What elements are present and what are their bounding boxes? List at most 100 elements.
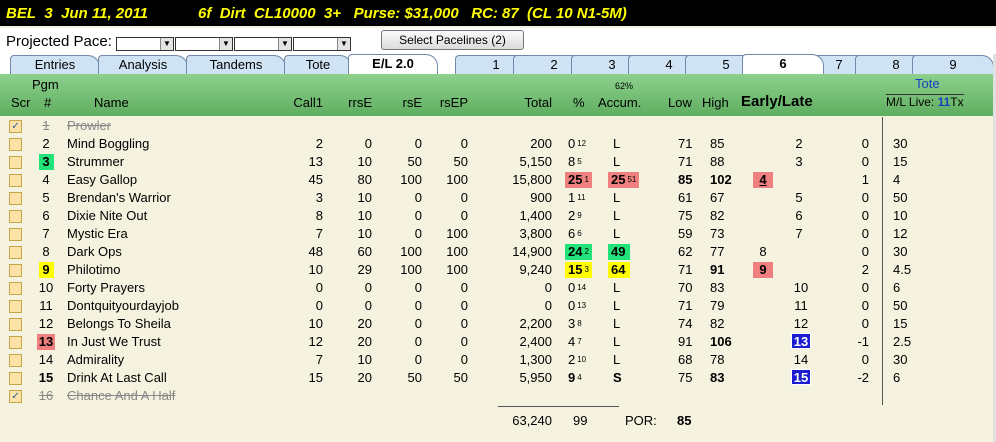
scratch-checkbox[interactable]	[9, 192, 22, 205]
col-name[interactable]: Name	[94, 95, 129, 110]
accum-cell: L	[608, 135, 658, 153]
pct-value: 0	[568, 136, 576, 151]
col-low[interactable]: Low	[668, 95, 692, 110]
scratch-checkbox[interactable]	[9, 300, 22, 313]
scratch-checkbox[interactable]	[9, 318, 22, 331]
horse-name[interactable]: Drink At Last Call	[67, 369, 267, 387]
scratch-checkbox[interactable]	[9, 264, 22, 277]
horse-name[interactable]: Mind Boggling	[67, 135, 267, 153]
table-row[interactable]: 6 Dixie Nite Out 8 10 0 0 1,400 2 9 L 75 82 6 0 10	[0, 207, 996, 225]
tab-tandems[interactable]: Tandems	[186, 55, 286, 74]
table-row[interactable]: 11 Dontquityourdayjob 0 0 0 0 0 0 13 L 71 79 11 0 50	[0, 297, 996, 315]
scratch-checkbox[interactable]	[9, 156, 22, 169]
horse-name[interactable]: Forty Prayers	[67, 279, 267, 297]
chevron-down-icon: ▼	[336, 38, 350, 50]
tab-race-6[interactable]: 6	[742, 54, 824, 74]
col-call1[interactable]: Call1	[283, 95, 323, 110]
table-row[interactable]: 13 In Just We Trust 12 20 0 0 2,400 4 7 L 91 106 13 -…	[0, 333, 996, 351]
tab-entries[interactable]: Entries	[10, 55, 100, 74]
scratch-checkbox[interactable]	[9, 210, 22, 223]
col-pgm[interactable]: #	[44, 95, 51, 110]
table-row[interactable]: 4 Easy Gallop 45 80 100 100 15,800 25 1 25 51 85 102…	[0, 171, 996, 189]
horse-name[interactable]: Strummer	[67, 153, 267, 171]
horse-name[interactable]: Dark Ops	[67, 243, 267, 261]
horse-name[interactable]: In Just We Trust	[67, 333, 267, 351]
pct-value-box: 29	[565, 208, 585, 224]
table-row[interactable]: 9 Philotimo 10 29 100 100 9,240 15 3 64 71 91 9 2 4.5	[0, 261, 996, 279]
pace-dropdown-4[interactable]: ▼	[292, 37, 351, 51]
ml-odds	[893, 117, 933, 135]
total-value	[500, 117, 552, 135]
low-value	[678, 387, 704, 405]
pace-dropdown-3[interactable]: ▼	[233, 37, 292, 51]
pgm-cell: 9	[33, 261, 59, 279]
tab-el-2[interactable]: E/L 2.0	[348, 54, 438, 74]
col-rrse[interactable]: rrsE	[332, 95, 372, 110]
rrse-value: 0	[364, 298, 372, 313]
col-high[interactable]: High	[702, 95, 729, 110]
program-number: 8	[42, 244, 50, 259]
horse-name[interactable]: Chance And A Half	[67, 387, 267, 405]
pgm-cell: 10	[33, 279, 59, 297]
pace-dropdown-2[interactable]: ▼	[174, 37, 233, 51]
table-row[interactable]: ✓ 16 Chance And A Half	[0, 387, 996, 405]
col-rse[interactable]: rsE	[382, 95, 423, 110]
pct-value-box	[565, 388, 573, 404]
table-row[interactable]: 5 Brendan's Warrior 3 10 0 0 900 1 11 L 61 67 5 0 50	[0, 189, 996, 207]
pct-rank: 11	[577, 193, 586, 202]
horse-name[interactable]: Dixie Nite Out	[67, 207, 267, 225]
accum-value: L	[613, 190, 621, 205]
scratch-checkbox[interactable]	[9, 228, 22, 241]
pgm-cell: 15	[33, 369, 59, 387]
table-row[interactable]: 2 Mind Boggling 2 0 0 0 200 0 12 L 71 85 2 0 30	[0, 135, 996, 153]
horse-name[interactable]: Easy Gallop	[67, 171, 267, 189]
scratch-checkbox[interactable]	[9, 246, 22, 259]
select-pacelines-button[interactable]: Select Pacelines (2)	[381, 30, 524, 50]
col-scr[interactable]: Scr	[11, 95, 31, 110]
horse-name[interactable]: Dontquityourdayjob	[67, 297, 267, 315]
tab-race-9[interactable]: 9	[912, 55, 994, 74]
col-rsep[interactable]: rsEP	[428, 95, 468, 110]
table-row[interactable]: 14 Admirality 7 10 0 0 1,300 2 10 L 68 78 14 0 30	[0, 351, 996, 369]
scratch-checkbox[interactable]	[9, 282, 22, 295]
scratch-checkbox[interactable]	[9, 174, 22, 187]
col-early-late[interactable]: Early/Late	[741, 93, 813, 110]
tab-tote[interactable]: Tote	[284, 55, 352, 74]
scratch-checkbox[interactable]	[9, 354, 22, 367]
early-late-col1: 8	[752, 243, 774, 261]
table-row[interactable]: 10 Forty Prayers 0 0 0 0 0 0 14 L 70 83 10 0 6	[0, 279, 996, 297]
horse-name[interactable]: Prowler	[67, 117, 267, 135]
accum-value-box: 49	[608, 244, 631, 260]
table-row[interactable]: 8 Dark Ops 48 60 100 100 14,900 24 2 49 62 77 8 0 30	[0, 243, 996, 261]
horse-name[interactable]: Mystic Era	[67, 225, 267, 243]
scratch-checkbox[interactable]	[9, 336, 22, 349]
early-late-value: 4	[753, 172, 773, 188]
pace-dropdown-1[interactable]: ▼	[115, 37, 174, 51]
table-row[interactable]: 15 Drink At Last Call 15 20 50 50 5,950 9 4 S 75 83…	[0, 369, 996, 387]
table-row[interactable]: 12 Belongs To Sheila 10 20 0 0 2,200 3 8 L 74 82 12 0…	[0, 315, 996, 333]
pgm-cell: 7	[33, 225, 59, 243]
table-row[interactable]: ✓ 1 Prowler	[0, 117, 996, 135]
horse-name[interactable]: Admirality	[67, 351, 267, 369]
horse-name[interactable]: Philotimo	[67, 261, 267, 279]
tab-analysis[interactable]: Analysis	[98, 55, 188, 74]
rse-value: 0	[414, 352, 422, 367]
col-pct[interactable]: %	[573, 95, 585, 110]
rsep-value: 100	[446, 226, 468, 241]
rsep-value: 50	[453, 154, 468, 169]
pgm-cell: 1	[33, 117, 59, 135]
scratch-checkbox[interactable]: ✓	[9, 120, 22, 133]
pgm-cell: 3	[33, 153, 59, 171]
pct-cell: 66	[565, 225, 603, 243]
call1-value: 7	[315, 352, 323, 367]
table-row[interactable]: 7 Mystic Era 7 10 0 100 3,800 6 6 L 59 73 7 0 12	[0, 225, 996, 243]
tote-divider	[882, 117, 883, 405]
scratch-checkbox[interactable]	[9, 138, 22, 151]
scratch-checkbox[interactable]	[9, 372, 22, 385]
scratch-checkbox[interactable]: ✓	[9, 390, 22, 403]
col-accum[interactable]: Accum.	[598, 95, 641, 110]
horse-name[interactable]: Belongs To Sheila	[67, 315, 267, 333]
table-row[interactable]: 3 Strummer 13 10 50 50 5,150 8 5 L 71 88 3 0 15	[0, 153, 996, 171]
col-total[interactable]: Total	[500, 95, 552, 110]
horse-name[interactable]: Brendan's Warrior	[67, 189, 267, 207]
